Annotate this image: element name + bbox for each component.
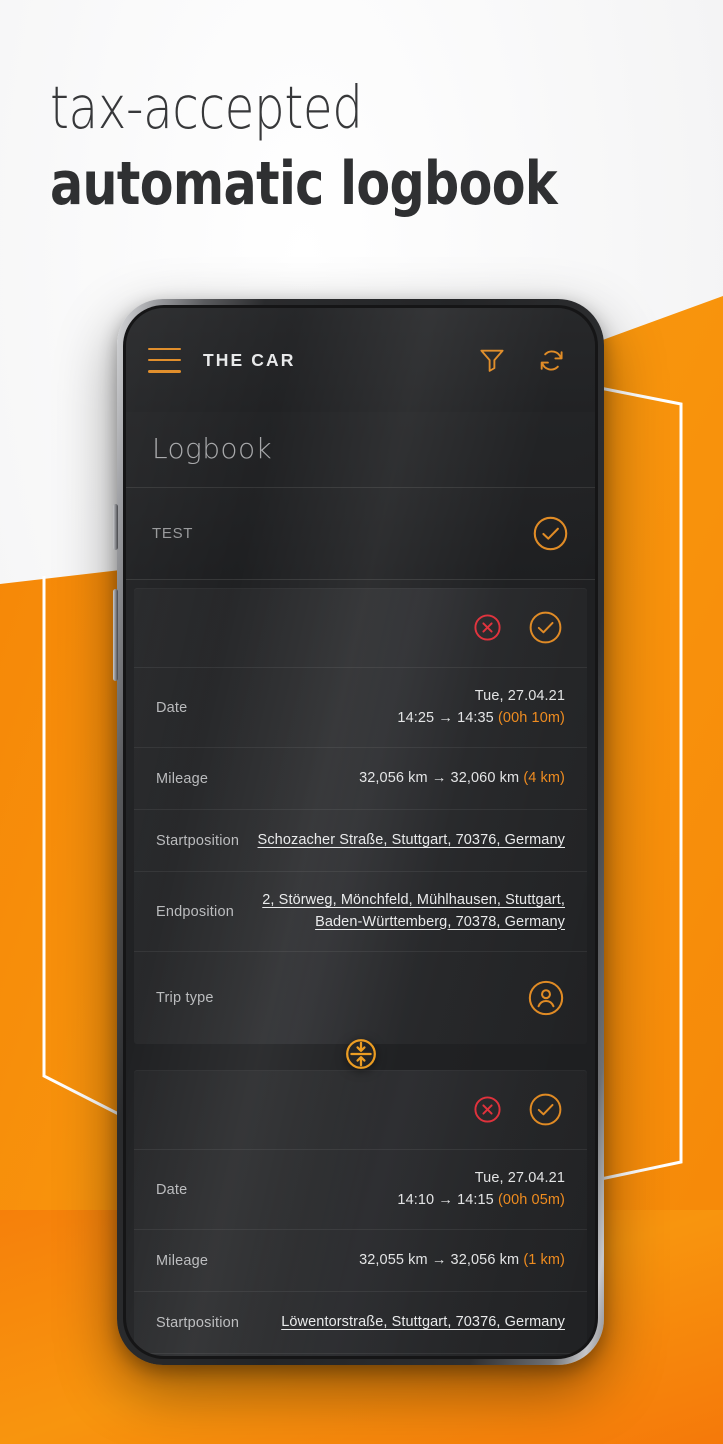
- logbook-title: Logbook: [152, 432, 273, 465]
- startposition-link[interactable]: Schozacher Straße, Stuttgart, 70376, Ger…: [258, 832, 565, 848]
- trip-row-startposition: Startposition Löwentorstraße, Stuttgart,…: [134, 1292, 587, 1354]
- phone-screen: THE CAR Logbook TEST Date Tue, 27.04.21 …: [126, 308, 595, 1356]
- trip-row-endposition: Endposition Schozacher Straße, Stuttgart…: [134, 1354, 587, 1356]
- trip-list: Date Tue, 27.04.21 14:25 → 14:35 (00h 10…: [126, 588, 595, 1356]
- trip-duration: (00h 05m): [498, 1191, 565, 1208]
- merge-trips-icon[interactable]: [343, 1036, 379, 1072]
- trip-row-mileage: Mileage 32,056 km → 32,060 km (4 km): [134, 748, 587, 810]
- refresh-icon[interactable]: [536, 345, 567, 376]
- trip-date-day: Tue, 27.04.21: [474, 1170, 565, 1187]
- row-value-date: Tue, 27.04.21 14:10 → 14:15 (00h 05m): [397, 1168, 565, 1210]
- trip-distance: (4 km): [523, 769, 565, 786]
- trip-card[interactable]: Date Tue, 27.04.21 14:10 → 14:15 (00h 05…: [134, 1070, 587, 1356]
- check-circle-icon[interactable]: [528, 1092, 563, 1127]
- marketing-headline: tax-accepted automatic logbook: [50, 78, 690, 220]
- row-value-startposition: Schozacher Straße, Stuttgart, 70376, Ger…: [258, 830, 565, 851]
- check-circle-icon[interactable]: [528, 610, 563, 645]
- hamburger-icon[interactable]: [148, 347, 181, 373]
- trip-row-startposition: Startposition Schozacher Straße, Stuttga…: [134, 810, 587, 872]
- trip-card-actions: [134, 588, 587, 668]
- endposition-link-line1[interactable]: 2, Störweg, Mönchfeld, Mühlhausen, Stutt…: [262, 890, 565, 911]
- page-title: THE CAR: [203, 349, 296, 370]
- check-circle-icon[interactable]: [532, 515, 569, 552]
- endposition-link-line2[interactable]: Baden-Württemberg, 70378, Germany: [262, 912, 565, 933]
- trip-card[interactable]: Date Tue, 27.04.21 14:25 → 14:35 (00h 10…: [134, 588, 587, 1044]
- trip-row-mileage: Mileage 32,055 km → 32,056 km (1 km): [134, 1230, 587, 1292]
- row-value-mileage: 32,055 km → 32,056 km (1 km): [359, 1250, 565, 1271]
- row-value-endposition: 2, Störweg, Mönchfeld, Mühlhausen, Stutt…: [262, 890, 565, 932]
- trip-date-day: Tue, 27.04.21: [474, 688, 565, 705]
- trip-card-actions: [134, 1070, 587, 1150]
- trip-time-line: 14:10 → 14:15 (00h 05m): [397, 1190, 565, 1211]
- trip-row-endposition: Endposition 2, Störweg, Mönchfeld, Mühlh…: [134, 872, 587, 952]
- row-label-startposition: Startposition: [156, 832, 240, 849]
- trip-time-range: 14:10 → 14:15: [397, 1191, 494, 1208]
- trip-duration: (00h 10m): [498, 709, 565, 726]
- screen-title-bar: Logbook: [126, 412, 595, 488]
- headline-line-1: tax-accepted: [50, 73, 363, 142]
- trip-time-line: 14:25 → 14:35 (00h 10m): [397, 708, 565, 729]
- row-label-date: Date: [156, 1181, 188, 1198]
- trip-mileage-range: 32,056 km → 32,060 km: [359, 769, 520, 786]
- person-circle-icon[interactable]: [527, 979, 565, 1017]
- trip-row-date: Date Tue, 27.04.21 14:25 → 14:35 (00h 10…: [134, 668, 587, 748]
- trip-mileage-range: 32,055 km → 32,056 km: [359, 1251, 520, 1268]
- volume-down-button[interactable]: [113, 589, 118, 681]
- row-label-mileage: Mileage: [156, 770, 209, 787]
- poster-canvas: tax-accepted automatic logbook THE CAR L…: [0, 0, 723, 1444]
- row-label-trip-type: Trip type: [156, 990, 214, 1006]
- x-circle-icon[interactable]: [473, 1095, 502, 1124]
- row-label-startposition: Startposition: [156, 1314, 240, 1331]
- headline-line-2: automatic logbook: [50, 149, 558, 219]
- trip-time-range: 14:25 → 14:35: [397, 709, 494, 726]
- app-bar-actions: [477, 345, 567, 376]
- row-label-endposition: Endposition: [156, 903, 234, 920]
- row-value-mileage: 32,056 km → 32,060 km (4 km): [359, 768, 565, 789]
- filter-icon[interactable]: [477, 345, 507, 375]
- row-label-date: Date: [156, 699, 188, 716]
- merge-handle-wrap: [126, 1039, 595, 1069]
- trip-row-trip-type: Trip type: [134, 952, 587, 1044]
- row-value-date: Tue, 27.04.21 14:25 → 14:35 (00h 10m): [397, 686, 565, 728]
- phone-bezel: THE CAR Logbook TEST Date Tue, 27.04.21 …: [123, 305, 598, 1359]
- trip-distance: (1 km): [523, 1251, 565, 1268]
- x-circle-icon[interactable]: [473, 613, 502, 642]
- startposition-link[interactable]: Löwentorstraße, Stuttgart, 70376, German…: [281, 1314, 565, 1330]
- trip-row-date: Date Tue, 27.04.21 14:10 → 14:15 (00h 05…: [134, 1150, 587, 1230]
- app-bar: THE CAR: [126, 308, 595, 412]
- group-label: TEST: [152, 525, 194, 542]
- row-value-startposition: Löwentorstraße, Stuttgart, 70376, German…: [281, 1312, 565, 1333]
- group-header-test: TEST: [126, 488, 595, 580]
- row-label-mileage: Mileage: [156, 1252, 209, 1269]
- volume-up-button[interactable]: [113, 504, 118, 550]
- phone-device-mockup: THE CAR Logbook TEST Date Tue, 27.04.21 …: [113, 299, 604, 1365]
